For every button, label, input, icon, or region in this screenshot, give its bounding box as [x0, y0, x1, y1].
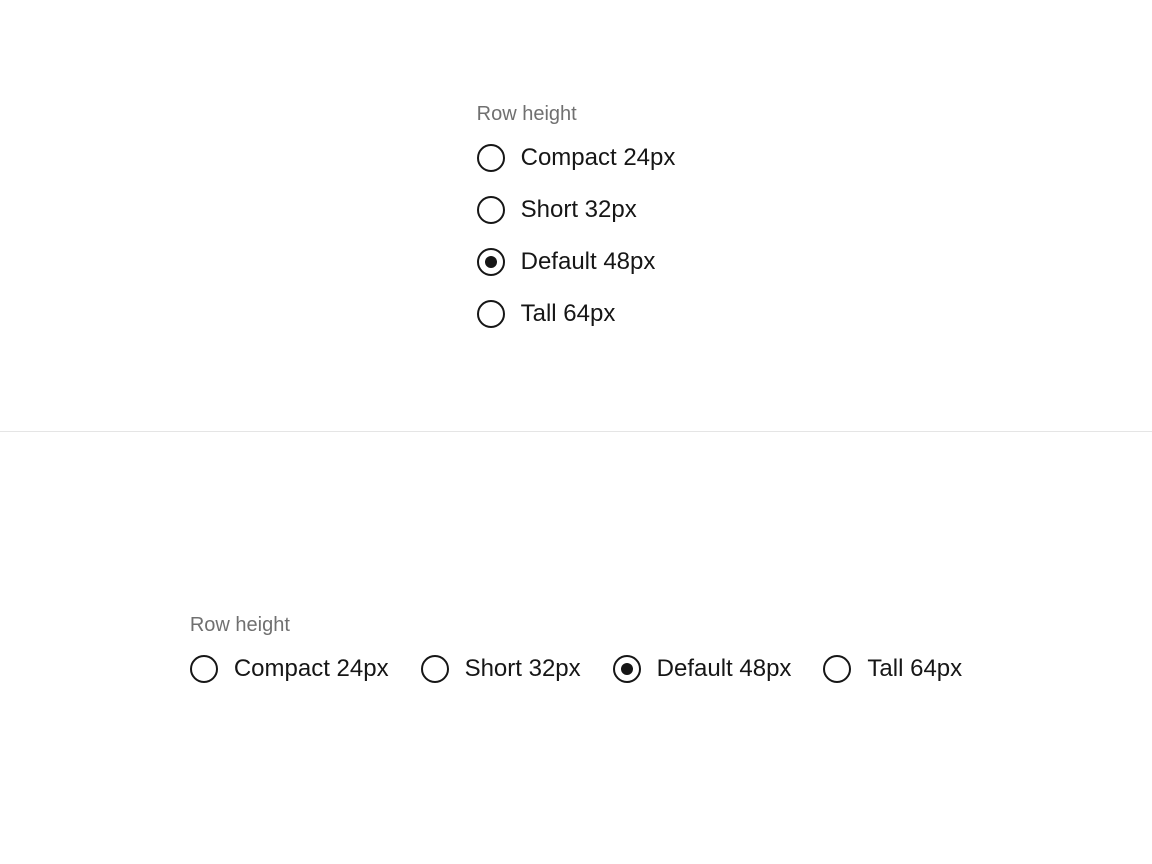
radio-icon — [477, 248, 505, 276]
row-height-radio-group-horizontal: Row height Compact 24px Short 32px Defau… — [190, 614, 962, 683]
radio-icon — [477, 196, 505, 224]
radio-label: Default 48px — [521, 248, 656, 276]
radio-options-row: Compact 24px Short 32px Default 48px Tal… — [190, 655, 962, 683]
radio-label: Short 32px — [521, 196, 637, 224]
row-height-radio-group-vertical: Row height Compact 24px Short 32px Defau… — [477, 103, 676, 328]
radio-option-compact[interactable]: Compact 24px — [477, 144, 676, 172]
section-horizontal-radio-group: Row height Compact 24px Short 32px Defau… — [0, 432, 1152, 864]
radio-label: Compact 24px — [521, 144, 676, 172]
radio-option-compact[interactable]: Compact 24px — [190, 655, 389, 683]
radio-label: Default 48px — [657, 655, 792, 683]
group-label: Row height — [190, 614, 290, 637]
radio-icon — [613, 655, 641, 683]
radio-option-short[interactable]: Short 32px — [477, 196, 637, 224]
radio-icon — [477, 144, 505, 172]
radio-label: Tall 64px — [521, 300, 616, 328]
radio-label: Short 32px — [465, 655, 581, 683]
section-vertical-radio-group: Row height Compact 24px Short 32px Defau… — [0, 0, 1152, 432]
radio-option-short[interactable]: Short 32px — [421, 655, 581, 683]
radio-option-default[interactable]: Default 48px — [477, 248, 656, 276]
radio-icon — [421, 655, 449, 683]
radio-icon — [190, 655, 218, 683]
group-label: Row height — [477, 103, 577, 126]
radio-label: Tall 64px — [867, 655, 962, 683]
radio-icon — [823, 655, 851, 683]
radio-option-tall[interactable]: Tall 64px — [823, 655, 962, 683]
radio-option-default[interactable]: Default 48px — [613, 655, 792, 683]
radio-icon — [477, 300, 505, 328]
radio-option-tall[interactable]: Tall 64px — [477, 300, 616, 328]
radio-label: Compact 24px — [234, 655, 389, 683]
